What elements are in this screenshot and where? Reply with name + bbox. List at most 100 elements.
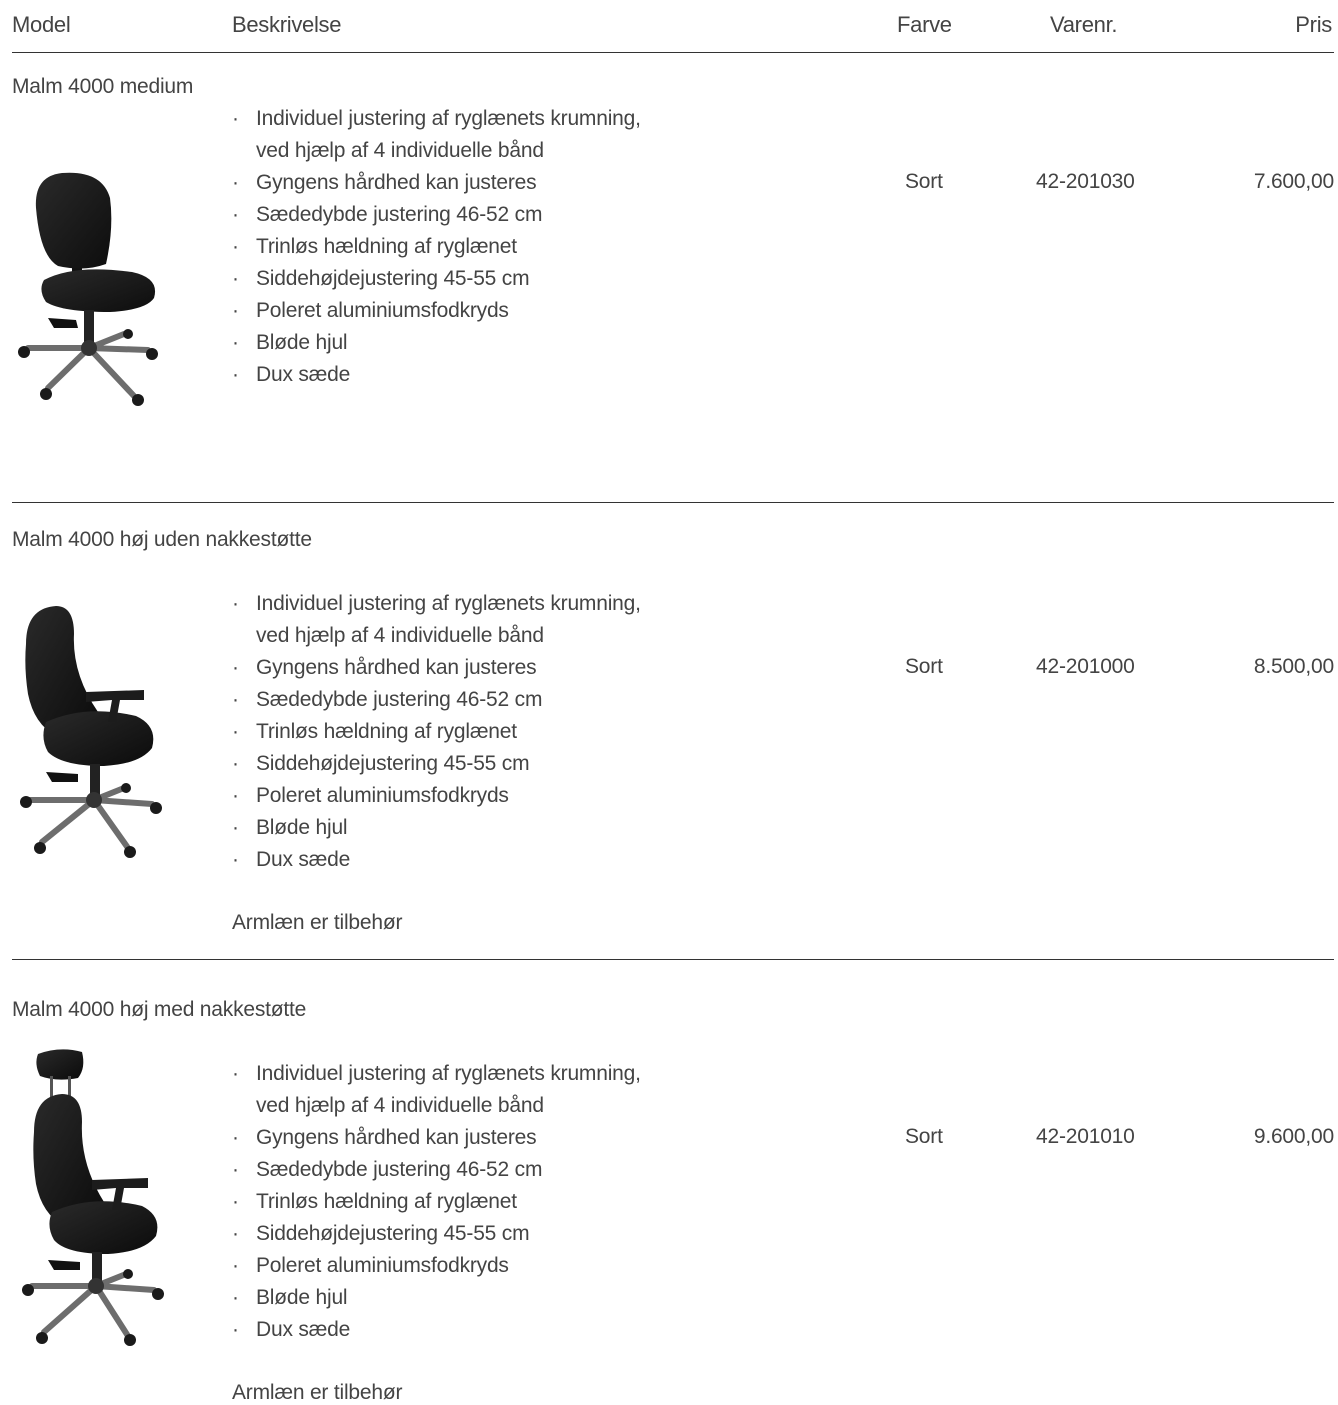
bullet-icon: · (232, 267, 239, 290)
product-color: Sort (905, 655, 943, 678)
product-color: Sort (905, 1125, 943, 1148)
feature-item: · Siddehøjdejustering 45-55 cm (232, 1218, 641, 1250)
feature-text: Trinløs hældning af ryglænet (256, 720, 517, 743)
feature-item: · Sædedybde justering 46-52 cm (232, 199, 641, 231)
feature-text: Dux sæde (256, 363, 351, 386)
product-name: Malm 4000 medium (12, 75, 194, 98)
feature-text: Individuel justering af ryglænets krumni… (256, 1062, 641, 1085)
feature-item: · Sædedybde justering 46-52 cm (232, 1154, 641, 1186)
office-chair-image (22, 1049, 164, 1346)
feature-list: · Individuel justering af ryglænets krumn… (232, 1058, 641, 1346)
bullet-icon: · (232, 1158, 239, 1181)
bullet-icon: · (232, 203, 239, 226)
feature-item: · Bløde hjul (232, 812, 641, 844)
product-sku: 42-201030 (1036, 170, 1135, 193)
feature-item: · Gyngens hårdhed kan justeres (232, 1122, 641, 1154)
bullet-icon: · (232, 1126, 239, 1149)
bullet-icon: · (232, 1222, 239, 1245)
bullet-icon: · (232, 107, 239, 130)
bullet-icon: · (232, 752, 239, 775)
bullet-icon: · (232, 1190, 239, 1213)
feature-item: · Gyngens hårdhed kan justeres (232, 652, 641, 684)
feature-item: · Dux sæde (232, 1314, 641, 1346)
feature-item: · Siddehøjdejustering 45-55 cm (232, 748, 641, 780)
column-header-sku: Varenr. (1050, 12, 1118, 37)
feature-text: Trinløs hældning af ryglænet (256, 235, 517, 258)
feature-item: · Individuel justering af ryglænets krumn… (232, 103, 641, 167)
column-header-description: Beskrivelse (232, 12, 342, 37)
feature-text: ved hjælp af 4 individuelle bånd (256, 624, 544, 647)
product-name: Malm 4000 høj med nakkestøtte (12, 998, 307, 1021)
accessory-note: Armlæn er tilbehør (232, 1381, 403, 1404)
feature-text: Individuel justering af ryglænets krumni… (256, 107, 641, 130)
feature-item: · Siddehøjdejustering 45-55 cm (232, 263, 641, 295)
bullet-icon: · (232, 1254, 239, 1277)
feature-text: Dux sæde (256, 1318, 351, 1341)
bullet-icon: · (232, 1318, 239, 1341)
feature-text: Siddehøjdejustering 45-55 cm (256, 752, 530, 775)
feature-text: Sædedybde justering 46-52 cm (256, 688, 543, 711)
bullet-icon: · (232, 1286, 239, 1309)
feature-item: · Poleret aluminiumsfodkryds (232, 780, 641, 812)
feature-item: · Trinløs hældning af ryglænet (232, 1186, 641, 1218)
feature-item: · Bløde hjul (232, 1282, 641, 1314)
bullet-icon: · (232, 235, 239, 258)
feature-text: Dux sæde (256, 848, 351, 871)
feature-text: Sædedybde justering 46-52 cm (256, 203, 543, 226)
bullet-icon: · (232, 171, 239, 194)
accessory-note: Armlæn er tilbehør (232, 911, 403, 934)
feature-text: Trinløs hældning af ryglænet (256, 1190, 517, 1213)
feature-item: · Sædedybde justering 46-52 cm (232, 684, 641, 716)
feature-list: · Individuel justering af ryglænets krumn… (232, 588, 641, 876)
feature-text: Poleret aluminiumsfodkryds (256, 784, 509, 807)
row-divider (12, 502, 1334, 503)
bullet-icon: · (232, 848, 239, 871)
office-chair-image (18, 172, 158, 406)
feature-item: · Gyngens hårdhed kan justeres (232, 167, 641, 199)
feature-text: Sædedybde justering 46-52 cm (256, 1158, 543, 1181)
feature-text: ved hjælp af 4 individuelle bånd (256, 1094, 544, 1117)
feature-item: · Individuel justering af ryglænets krumn… (232, 588, 641, 652)
feature-text: Poleret aluminiumsfodkryds (256, 299, 509, 322)
feature-text: Bløde hjul (256, 816, 348, 839)
feature-text: Gyngens hårdhed kan justeres (256, 1126, 537, 1149)
bullet-icon: · (232, 363, 239, 386)
feature-item: · Dux sæde (232, 844, 641, 876)
feature-text: Siddehøjdejustering 45-55 cm (256, 1222, 530, 1245)
bullet-icon: · (232, 299, 239, 322)
column-header-price: Pris (1295, 12, 1332, 37)
bullet-icon: · (232, 784, 239, 807)
product-price: 9.600,00 (1253, 1125, 1334, 1148)
bullet-icon: · (232, 592, 239, 615)
product-name: Malm 4000 høj uden nakkestøtte (12, 528, 312, 551)
feature-item: · Individuel justering af ryglænets krumn… (232, 1058, 641, 1122)
column-header-model: Model (12, 12, 71, 37)
bullet-icon: · (232, 1062, 239, 1085)
feature-list: · Individuel justering af ryglænets krumn… (232, 103, 641, 391)
feature-item: · Dux sæde (232, 359, 641, 391)
product-price: 8.500,00 (1253, 655, 1334, 678)
product-sku: 42-201010 (1036, 1125, 1135, 1148)
bullet-icon: · (232, 720, 239, 743)
feature-text: Bløde hjul (256, 1286, 348, 1309)
feature-text: ved hjælp af 4 individuelle bånd (256, 139, 544, 162)
feature-item: · Trinløs hældning af ryglænet (232, 716, 641, 748)
office-chair-image (20, 606, 162, 858)
bullet-icon: · (232, 656, 239, 679)
feature-item: · Poleret aluminiumsfodkryds (232, 1250, 641, 1282)
feature-text: Individuel justering af ryglænets krumni… (256, 592, 641, 615)
feature-item: · Poleret aluminiumsfodkryds (232, 295, 641, 327)
feature-item: · Bløde hjul (232, 327, 641, 359)
row-divider (12, 959, 1334, 960)
product-price: 7.600,00 (1253, 170, 1334, 193)
product-sku: 42-201000 (1036, 655, 1135, 678)
bullet-icon: · (232, 816, 239, 839)
feature-text: Bløde hjul (256, 331, 348, 354)
bullet-icon: · (232, 688, 239, 711)
column-header-color: Farve (897, 12, 952, 37)
feature-item: · Trinløs hældning af ryglænet (232, 231, 641, 263)
feature-text: Poleret aluminiumsfodkryds (256, 1254, 509, 1277)
header-divider (12, 52, 1334, 53)
feature-text: Siddehøjdejustering 45-55 cm (256, 267, 530, 290)
feature-text: Gyngens hårdhed kan justeres (256, 656, 537, 679)
